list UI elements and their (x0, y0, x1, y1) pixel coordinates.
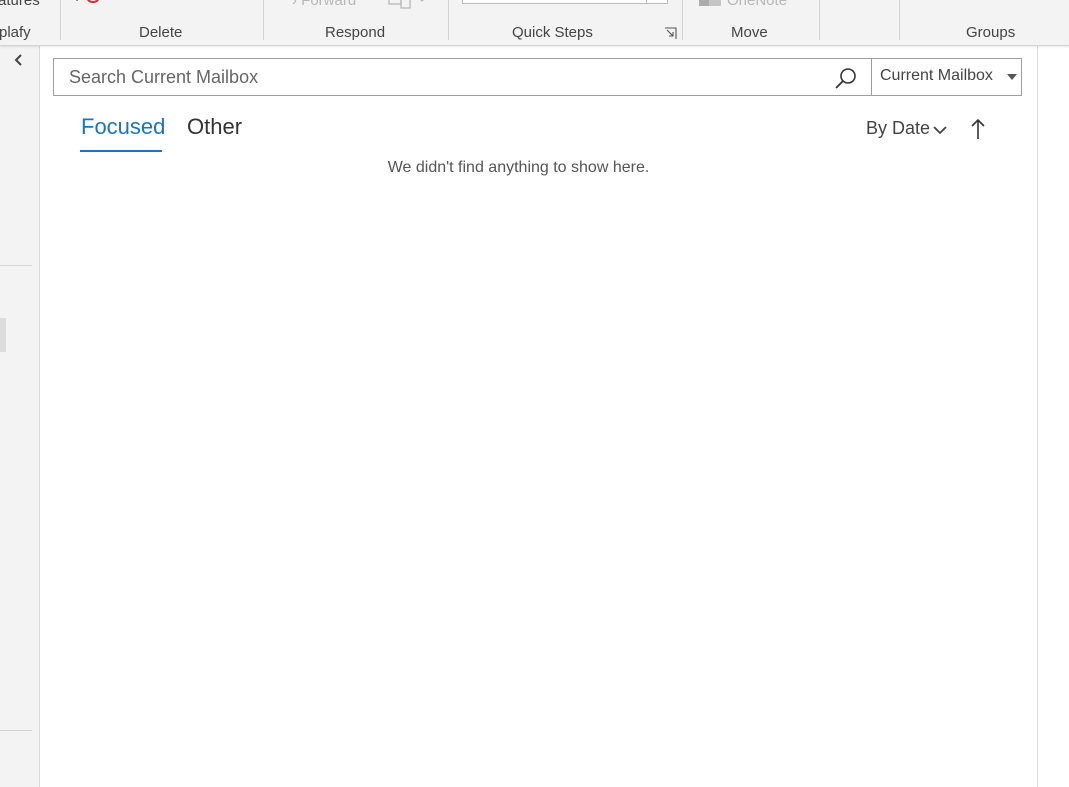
dropdown-caret-icon (1007, 74, 1017, 80)
search-scope-label: Current Mailbox (880, 67, 993, 84)
delete-icon[interactable] (74, 0, 104, 5)
sort-by-dropdown[interactable]: By Date (866, 118, 930, 139)
ribbon-separator (899, 0, 900, 40)
ribbon-separator (448, 0, 449, 40)
ribbon-group-respond: Respond (325, 24, 386, 41)
folder-pane-collapsed (0, 46, 40, 787)
divider (0, 265, 32, 266)
chevron-down-icon[interactable] (933, 126, 947, 135)
search-bar: Current Mailbox (53, 58, 1022, 96)
quick-steps-gallery[interactable] (462, 0, 668, 4)
ribbon: atures plafy Delete › Forward Respond Qu… (0, 0, 1069, 46)
ribbon-group-groups: Groups (966, 24, 1016, 41)
ribbon-group-delete: Delete (139, 24, 183, 41)
sort-arrow-up-icon[interactable] (970, 118, 986, 140)
divider (0, 730, 32, 731)
ribbon-separator (819, 0, 820, 40)
more-respond-icon[interactable] (388, 0, 428, 10)
search-input[interactable] (54, 59, 830, 95)
collapse-chevron-left-icon[interactable] (11, 52, 27, 68)
active-tab-indicator (80, 150, 162, 152)
ribbon-group-move: Move (731, 24, 768, 41)
onenote-button[interactable]: OneNote (727, 0, 787, 9)
search-scope-dropdown[interactable]: Current Mailbox (871, 58, 1023, 96)
ribbon-partial-text: atures (0, 0, 40, 9)
reading-pane-edge (1038, 46, 1069, 787)
tab-other[interactable]: Other (187, 114, 242, 140)
forward-button[interactable]: › Forward (292, 0, 356, 9)
tab-focused[interactable]: Focused (81, 114, 165, 140)
ribbon-group-quick-steps: Quick Steps (512, 24, 593, 41)
ribbon-separator (682, 0, 683, 40)
onenote-icon[interactable] (698, 0, 724, 8)
ribbon-group-label-partial: plafy (0, 24, 31, 41)
empty-list-message: We didn't find anything to show here. (387, 159, 650, 176)
search-icon[interactable] (834, 66, 858, 90)
ribbon-separator (263, 0, 264, 40)
folder-selection-marker[interactable] (0, 318, 6, 352)
ribbon-separator (60, 0, 61, 40)
dialog-launcher-icon[interactable] (664, 27, 677, 40)
message-list-pane: Current Mailbox Focused Other By Date We… (40, 46, 1038, 787)
